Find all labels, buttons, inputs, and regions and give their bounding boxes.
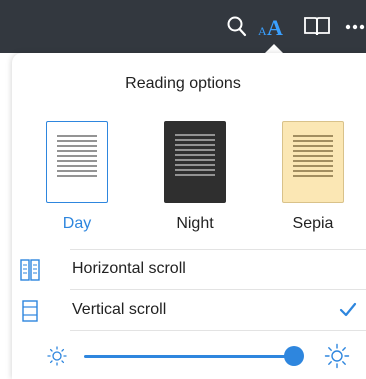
brightness-slider-handle[interactable]: [284, 346, 304, 366]
font-size-icon[interactable]: A A: [258, 14, 292, 38]
theme-sepia-label[interactable]: Sepia: [273, 215, 353, 233]
theme-day-swatch[interactable]: [46, 121, 108, 203]
brightness-low-icon: [47, 346, 67, 366]
horizontal-scroll-option[interactable]: Horizontal scroll: [12, 249, 366, 289]
divider: [70, 330, 366, 331]
horizontal-scroll-label: Horizontal scroll: [72, 260, 186, 277]
reading-options-popover: Reading options Day Night Sepia Horizont…: [12, 53, 366, 379]
brightness-high-icon: [324, 343, 350, 369]
vertical-scroll-option[interactable]: Vertical scroll: [12, 290, 366, 330]
brightness-slider-track[interactable]: [84, 355, 294, 358]
svg-text:A: A: [258, 24, 267, 38]
theme-sepia-swatch[interactable]: [282, 121, 344, 203]
horizontal-scroll-icon: [20, 259, 40, 281]
vertical-scroll-icon: [22, 300, 38, 322]
search-icon[interactable]: [226, 14, 248, 38]
checkmark-icon: [339, 302, 357, 317]
theme-night-swatch[interactable]: [164, 121, 226, 203]
theme-night-label[interactable]: Night: [155, 215, 235, 233]
book-icon[interactable]: [302, 14, 332, 38]
popover-title: Reading options: [125, 75, 241, 92]
more-icon[interactable]: [344, 14, 366, 38]
theme-day-label[interactable]: Day: [37, 215, 117, 233]
toolbar: A A: [0, 0, 366, 54]
vertical-scroll-label: Vertical scroll: [72, 301, 167, 318]
svg-text:A: A: [267, 15, 283, 38]
